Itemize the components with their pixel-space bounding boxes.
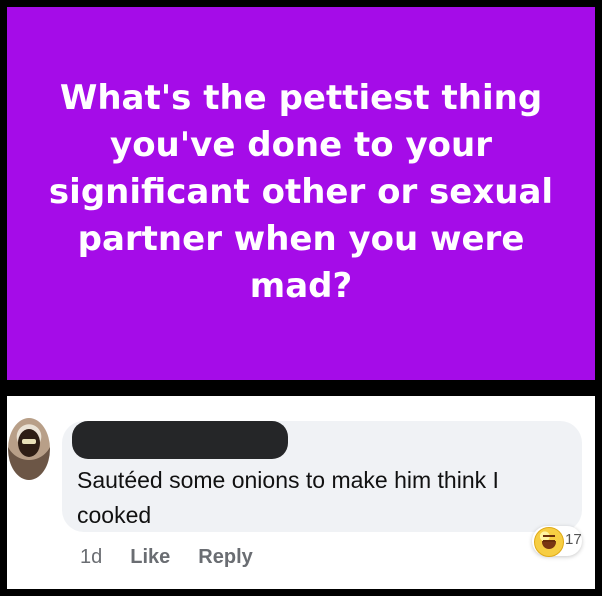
comment-actions: 1d Like Reply [80, 546, 253, 569]
reaction-count: 17 [565, 531, 582, 548]
comment-bubble: Sautéed some onions to make him think I … [62, 421, 582, 532]
comment-time: 1d [80, 546, 103, 568]
reply-button[interactable]: Reply [198, 546, 252, 569]
reaction-summary[interactable]: 17 [532, 526, 582, 557]
post-question-text: What's the pettiest thing you've done to… [48, 78, 554, 306]
question-post-panel: What's the pettiest thing you've done to… [7, 7, 595, 380]
commenter-avatar[interactable] [8, 418, 50, 480]
redacted-commenter-name [72, 421, 288, 459]
comment-section: Sautéed some onions to make him think I … [7, 396, 595, 589]
like-button[interactable]: Like [130, 546, 170, 569]
laughing-reaction-icon [534, 527, 564, 557]
section-separator [0, 380, 602, 396]
comment-text: Sautéed some onions to make him think I … [77, 467, 499, 528]
